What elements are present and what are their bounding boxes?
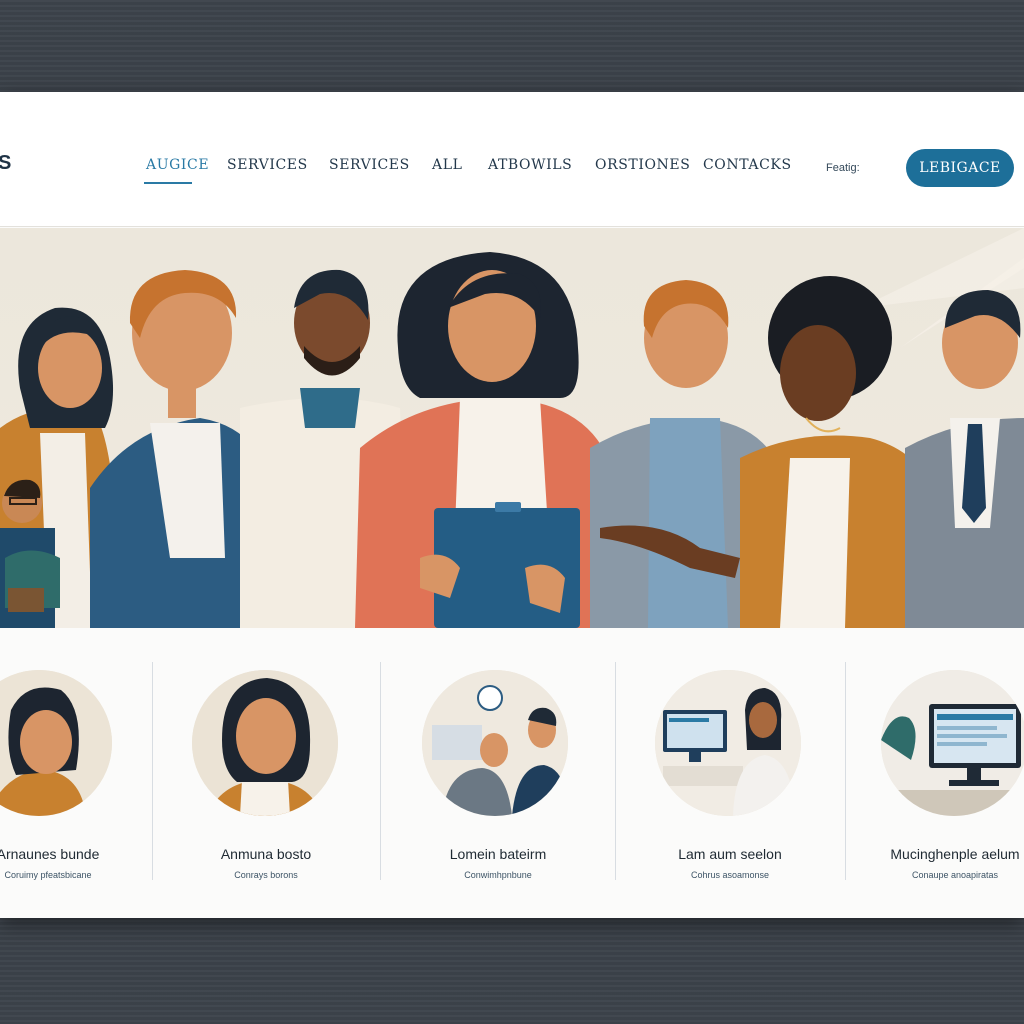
card-subtitle: Cohrus asoamonse — [690, 870, 770, 880]
service-card-4[interactable]: Lam aum seelon Cohrus asoamonse — [615, 650, 845, 890]
hero-illustration — [0, 228, 1024, 628]
nav-item-contacks[interactable]: CONTACKS — [703, 157, 792, 173]
service-card-3[interactable]: Lomein bateirm Conwimhpnbune — [380, 650, 615, 890]
feature-link[interactable]: Featig: — [826, 162, 860, 174]
card-subtitle: Conrays borons — [234, 870, 298, 880]
nav-item-services[interactable]: SERVICES — [227, 157, 308, 173]
card-image-office-meeting — [422, 670, 568, 816]
card-title: Mucinghenple aelum — [890, 846, 1020, 862]
nav-item-services-2[interactable]: SERVICES — [329, 157, 410, 173]
site-logo[interactable]: S — [0, 152, 11, 175]
card-title: Lomein bateirm — [449, 846, 547, 862]
services-cards: Arnaunes bunde Coruimy pfeatsbicane Anmu… — [0, 650, 1024, 890]
card-image-computer-monitor — [881, 670, 1024, 816]
card-subtitle: Conwimhpnbune — [464, 870, 532, 880]
card-title: Anmuna bosto — [220, 846, 312, 862]
card-subtitle: Coruimy pfeatsbicane — [4, 870, 92, 880]
nav-item-augice[interactable]: AUGICE — [146, 157, 209, 173]
site-header: S AUGICE SERVICES SERVICES ALL ATBOWILS … — [0, 92, 1024, 227]
service-card-5[interactable]: Mucinghenple aelum Conaupe anoapiratas — [845, 650, 1024, 890]
person-woman-center — [355, 252, 620, 628]
service-card-2[interactable]: Anmuna bosto Conrays borons — [152, 650, 380, 890]
card-title: Lam aum seelon — [678, 846, 782, 862]
website-window: S AUGICE SERVICES SERVICES ALL ATBOWILS … — [0, 92, 1024, 918]
card-image-smiling-woman — [192, 670, 338, 816]
team-illustration — [0, 228, 1024, 628]
nav-item-atbowils[interactable]: ATBOWILS — [488, 157, 572, 173]
person-man-tie — [905, 290, 1024, 628]
card-image-woman-at-computer — [655, 670, 801, 816]
service-card-1[interactable]: Arnaunes bunde Coruimy pfeatsbicane — [0, 650, 152, 890]
nav-active-underline — [144, 182, 192, 184]
card-subtitle: Conaupe anoapiratas — [911, 870, 999, 880]
card-title: Arnaunes bunde — [0, 846, 100, 862]
card-image-woman-portrait — [0, 670, 112, 816]
nav-item-all[interactable]: ALL — [432, 157, 463, 173]
nav-item-orstiones[interactable]: ORSTIONES — [595, 157, 690, 173]
cta-button[interactable]: LEBIGACE — [906, 149, 1014, 187]
